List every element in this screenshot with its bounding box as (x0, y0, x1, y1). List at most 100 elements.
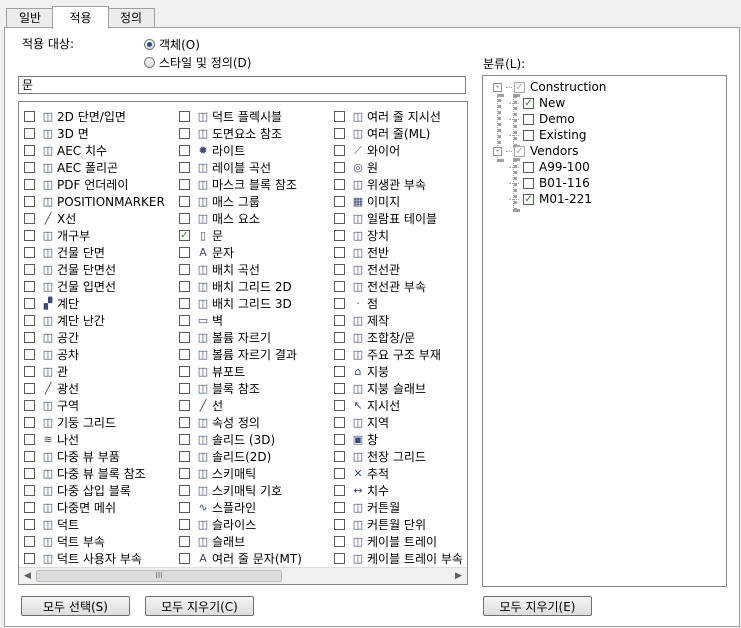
list-item[interactable]: ↖ 지시선 (334, 397, 463, 414)
item-checkbox[interactable] (179, 519, 190, 530)
list-item[interactable]: ╱ 선 (179, 397, 302, 414)
list-item[interactable]: ◫ 지붕 슬래브 (334, 380, 463, 397)
item-checkbox[interactable] (179, 315, 190, 326)
list-item[interactable]: ◫ 공차 (24, 346, 165, 363)
list-item[interactable]: ◫ 여러 줄 지시선 (334, 108, 463, 125)
item-checkbox[interactable] (179, 179, 190, 190)
item-checkbox[interactable] (179, 383, 190, 394)
item-checkbox[interactable] (334, 128, 345, 139)
list-item[interactable]: ◫ 레이블 곡선 (179, 159, 302, 176)
item-checkbox[interactable] (24, 298, 35, 309)
item-checkbox[interactable] (24, 536, 35, 547)
list-item[interactable]: ↔ 치수 (334, 482, 463, 499)
category-tree[interactable]: - ✓ Construction ✓ New Demo Existing - ✓ Vendors A… (482, 75, 727, 587)
list-item[interactable]: · 점 (334, 295, 463, 312)
list-item[interactable]: A 여러 줄 문자(MT) (179, 550, 302, 567)
collapse-toggle-icon[interactable]: - (493, 146, 502, 156)
item-checkbox[interactable] (24, 485, 35, 496)
list-item[interactable]: ⟋ 와이어 (334, 142, 463, 159)
list-item[interactable]: ◫ 커튼월 (334, 499, 463, 516)
list-item[interactable]: ◫ 기둥 그리드 (24, 414, 165, 431)
item-checkbox[interactable] (334, 196, 345, 207)
list-item[interactable]: ◫ 스키매틱 기호 (179, 482, 302, 499)
clear-all-button[interactable]: 모두 지우기(C) (145, 596, 254, 616)
item-checkbox[interactable] (334, 162, 345, 173)
radio-style-definition[interactable]: 스타일 및 정의(D) (144, 54, 251, 71)
tree-checkbox[interactable] (523, 129, 534, 141)
item-checkbox[interactable] (334, 553, 345, 564)
list-item[interactable]: ◫ AEC 폴리곤 (24, 159, 165, 176)
list-item[interactable]: ◫ 다중 뷰 부품 (24, 448, 165, 465)
list-item[interactable]: ◫ 관 (24, 363, 165, 380)
item-checkbox[interactable] (179, 298, 190, 309)
list-item[interactable]: ◫ 케이블 트레이 부속 (334, 550, 463, 567)
item-checkbox[interactable] (179, 111, 190, 122)
item-checkbox[interactable] (334, 264, 345, 275)
scroll-right-arrow-icon[interactable]: ▶ (450, 568, 467, 584)
list-item[interactable]: ◫ 배치 그리드 2D (179, 278, 302, 295)
tab-apply[interactable]: 적용 (52, 6, 109, 29)
item-checkbox[interactable] (24, 434, 35, 445)
collapse-toggle-icon[interactable]: - (493, 82, 502, 92)
filter-input[interactable]: 문 (18, 76, 466, 94)
tree-leaf-node[interactable]: Existing (509, 127, 587, 143)
tree-leaf-node[interactable]: A99-100 (509, 159, 590, 175)
list-item[interactable]: ◫ PDF 언더레이 (24, 176, 165, 193)
list-item[interactable]: ✕ 추적 (334, 465, 463, 482)
list-item[interactable]: ✹ 라이트 (179, 142, 302, 159)
select-all-button[interactable]: 모두 선택(S) (21, 596, 130, 616)
list-item[interactable]: ◫ 전선관 (334, 261, 463, 278)
item-checkbox[interactable] (179, 536, 190, 547)
item-checkbox[interactable] (334, 536, 345, 547)
list-item[interactable]: ◫ 슬래브 (179, 533, 302, 550)
list-item[interactable]: ◫ 지역 (334, 414, 463, 431)
list-item[interactable]: ◫ 위생관 부속 (334, 176, 463, 193)
tree-group-node[interactable]: - ✓ Construction (493, 79, 606, 95)
tree-group-node[interactable]: - ✓ Vendors (493, 143, 578, 159)
item-checkbox[interactable] (334, 145, 345, 156)
list-item[interactable]: ◫ 장치 (334, 227, 463, 244)
item-checkbox[interactable] (24, 366, 35, 377)
list-item[interactable]: ◫ 전선관 부속 (334, 278, 463, 295)
list-item[interactable]: ◫ 덕트 플렉시블 (179, 108, 302, 125)
list-item[interactable]: ╱ X선 (24, 210, 165, 227)
item-checkbox[interactable] (179, 281, 190, 292)
scroll-thumb[interactable]: III (36, 570, 282, 582)
list-item[interactable]: ▭ 벽 (179, 312, 302, 329)
item-checkbox[interactable] (334, 111, 345, 122)
item-checkbox[interactable] (334, 366, 345, 377)
tree-leaf-node[interactable]: B01-116 (509, 175, 590, 191)
list-item[interactable]: ◎ 원 (334, 159, 463, 176)
list-item[interactable]: ◫ 개구부 (24, 227, 165, 244)
tree-checkbox[interactable]: ✓ (514, 145, 525, 157)
item-checkbox[interactable] (179, 264, 190, 275)
tree-checkbox[interactable]: ✓ (514, 81, 525, 93)
item-checkbox[interactable] (24, 451, 35, 462)
item-checkbox[interactable] (24, 213, 35, 224)
horizontal-scrollbar[interactable]: ◀ III ▶ (19, 567, 467, 584)
item-checkbox[interactable] (179, 468, 190, 479)
item-checkbox[interactable] (24, 196, 35, 207)
item-checkbox[interactable] (334, 451, 345, 462)
list-item[interactable]: ◫ 덕트 부속 (24, 533, 165, 550)
list-item[interactable]: ◫ 속성 정의 (179, 414, 302, 431)
tree-checkbox[interactable] (523, 177, 534, 189)
list-item[interactable]: ◫ 볼륨 자르기 (179, 329, 302, 346)
tree-checkbox[interactable] (523, 161, 534, 173)
item-checkbox[interactable] (179, 485, 190, 496)
clear-all-categories-button[interactable]: 모두 지우기(E) (483, 596, 592, 616)
list-item[interactable]: ◫ 계단 난간 (24, 312, 165, 329)
list-item[interactable]: ◫ 건물 입면선 (24, 278, 165, 295)
item-checkbox[interactable] (334, 179, 345, 190)
list-item[interactable]: ◫ 블록 참조 (179, 380, 302, 397)
list-item[interactable]: ▣ 창 (334, 431, 463, 448)
item-checkbox[interactable] (24, 162, 35, 173)
item-checkbox[interactable] (334, 281, 345, 292)
list-item[interactable]: ◫ 다중 뷰 블록 참조 (24, 465, 165, 482)
list-item[interactable]: ◫ 스키매틱 (179, 465, 302, 482)
tree-leaf-node[interactable]: Demo (509, 111, 575, 127)
list-item[interactable]: ◫ 뷰포트 (179, 363, 302, 380)
tab-general[interactable]: 일반 (6, 8, 54, 28)
item-checkbox[interactable] (24, 247, 35, 258)
item-checkbox[interactable] (24, 519, 35, 530)
